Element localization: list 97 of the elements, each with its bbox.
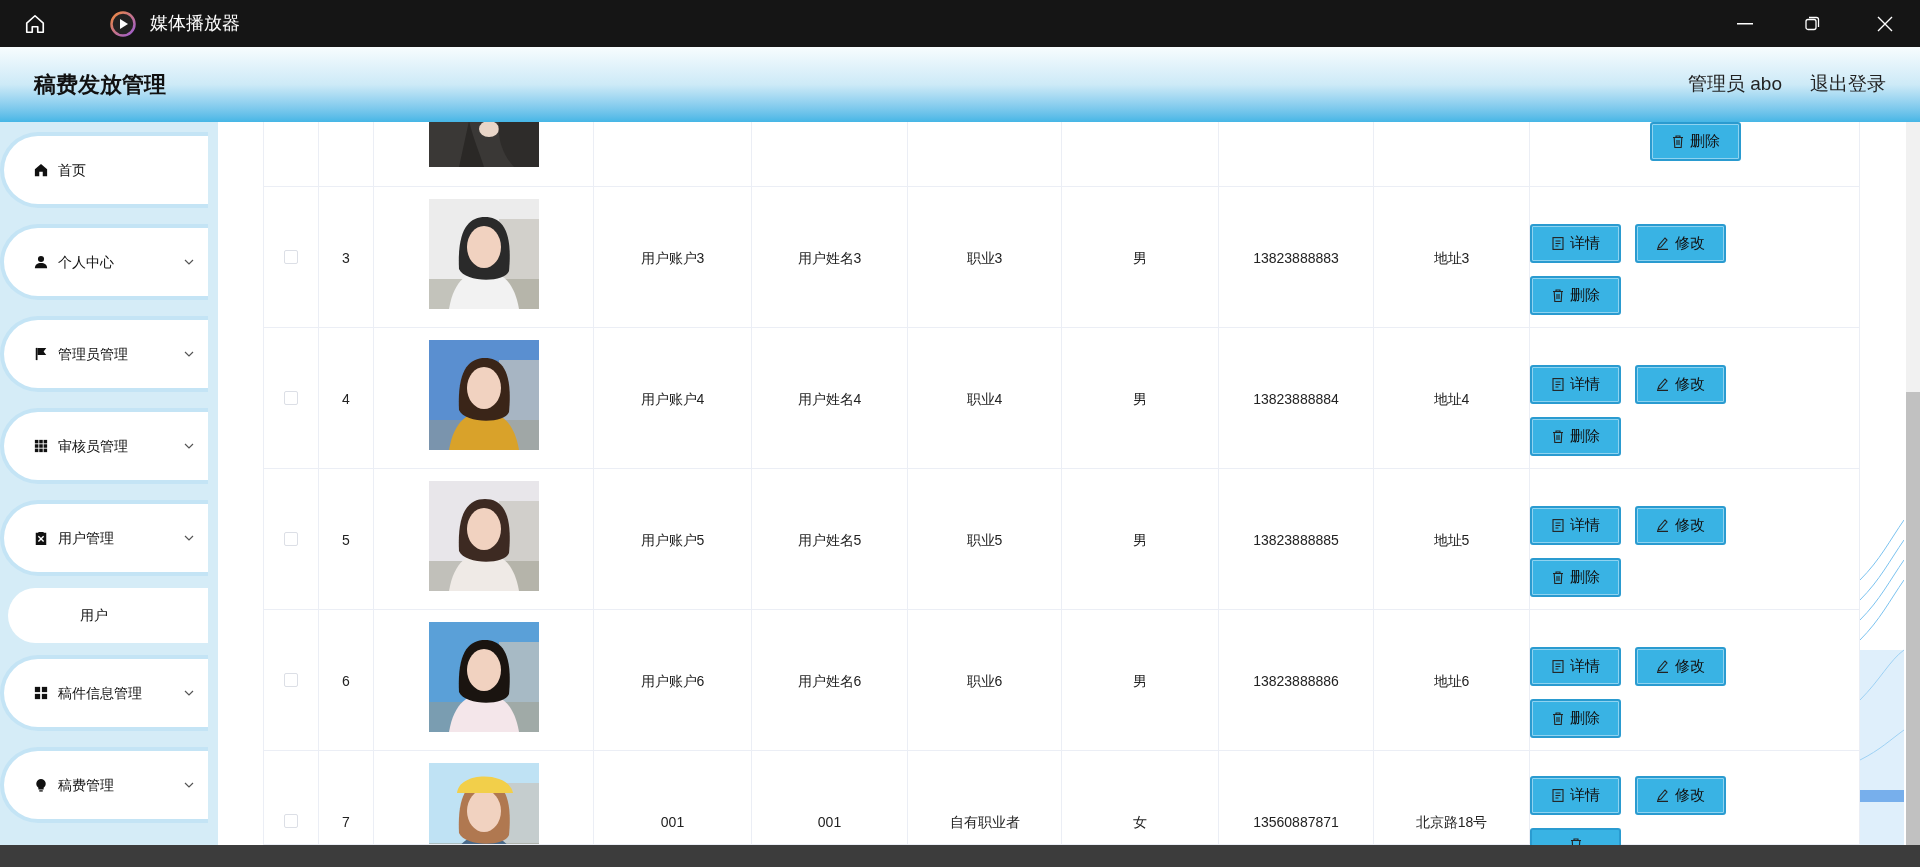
- trash-icon: [1551, 430, 1564, 443]
- grid-icon: [34, 686, 48, 700]
- submenu-item[interactable]: 用户: [8, 588, 208, 643]
- app-title: 稿费发放管理: [34, 71, 166, 99]
- table-cell-text: 用户姓名3: [797, 249, 862, 268]
- bulb-icon: [34, 778, 48, 792]
- home-icon[interactable]: [24, 12, 46, 35]
- pencil-icon: [1656, 378, 1669, 391]
- detail-button[interactable]: 详情: [1530, 647, 1621, 686]
- menu-item[interactable]: 首页: [0, 132, 208, 208]
- detail-button[interactable]: 详情: [1530, 775, 1621, 815]
- table-cell-text: 地址4: [1433, 390, 1470, 409]
- minimize-icon: [1737, 22, 1753, 25]
- table-cell-text: 职业6: [966, 672, 1003, 691]
- trash-icon: [1671, 135, 1684, 148]
- detail-button[interactable]: 详情: [1530, 224, 1621, 263]
- delete-button[interactable]: 删除: [1530, 417, 1621, 456]
- document-icon: [1551, 519, 1564, 532]
- row-checkbox[interactable]: [284, 814, 298, 828]
- edit-button[interactable]: 修改: [1635, 506, 1726, 545]
- edit-button[interactable]: 修改: [1635, 775, 1726, 815]
- delete-button[interactable]: 删除: [1650, 122, 1741, 161]
- restore-icon: [1805, 16, 1820, 31]
- table-cell-text: 女: [1133, 813, 1147, 832]
- pencil-icon: [1656, 519, 1669, 532]
- menu-item[interactable]: 管理员管理: [0, 316, 208, 392]
- table-cell-text: 地址6: [1433, 672, 1470, 691]
- table-cell-text: 用户姓名5: [797, 531, 862, 550]
- table-cell-text: 男: [1133, 249, 1147, 268]
- edit-button[interactable]: 修改: [1635, 365, 1726, 404]
- edit-button[interactable]: 修改: [1635, 647, 1726, 686]
- user-label: 管理员 abo: [1688, 72, 1782, 97]
- table-cell-text: 13823888884: [1253, 390, 1339, 409]
- table-cell-text: 用户姓名4: [797, 390, 862, 409]
- menu-item[interactable]: 审核员管理: [0, 408, 208, 484]
- play-icon: [110, 10, 136, 37]
- document-icon: [1551, 660, 1564, 673]
- table-cell-text: 7: [342, 813, 350, 832]
- clipboard-icon: [34, 531, 48, 545]
- menu-item[interactable]: 稿件信息管理: [0, 655, 208, 731]
- detail-button[interactable]: 详情: [1530, 506, 1621, 545]
- table-cell-text: 自有职业者: [949, 813, 1020, 832]
- pencil-icon: [1656, 660, 1669, 673]
- menu-item[interactable]: 用户管理: [0, 500, 208, 576]
- trash-icon: [1569, 837, 1582, 845]
- table-cell-text: 北京路18号: [1415, 813, 1488, 832]
- trash-icon: [1551, 712, 1564, 725]
- delete-button[interactable]: 删除: [1530, 699, 1621, 738]
- menu-item[interactable]: 稿费管理: [0, 747, 208, 823]
- table-cell-text: 职业3: [966, 249, 1003, 268]
- pencil-icon: [1656, 237, 1669, 250]
- grid-icon: [34, 439, 48, 453]
- edit-button[interactable]: 修改: [1635, 224, 1726, 263]
- table-cell-text: 职业5: [966, 531, 1003, 550]
- table-cell-text: 地址5: [1433, 531, 1470, 550]
- logout-link[interactable]: 退出登录: [1810, 70, 1886, 99]
- table-cell-text: 用户账户6: [640, 672, 705, 691]
- home-icon: [34, 163, 48, 177]
- trash-icon: [1551, 289, 1564, 302]
- table-cell-text: 3: [342, 249, 350, 268]
- table-cell-text: 13823888886: [1253, 672, 1339, 691]
- flag-icon: [34, 347, 48, 361]
- table-cell-text: 13560887871: [1253, 813, 1339, 832]
- close-icon: [1877, 15, 1893, 32]
- delete-button[interactable]: [1530, 827, 1621, 845]
- menu-item[interactable]: 个人中心: [0, 224, 208, 300]
- delete-button[interactable]: 删除: [1530, 276, 1621, 315]
- table-cell-text: 男: [1133, 672, 1147, 691]
- detail-button[interactable]: 详情: [1530, 365, 1621, 404]
- table-cell-text: 职业4: [966, 390, 1003, 409]
- row-checkbox[interactable]: [284, 673, 298, 687]
- table-cell-text: 001: [817, 813, 842, 832]
- table-cell-text: 用户账户3: [640, 249, 705, 268]
- table-cell-text: 4: [342, 390, 350, 409]
- delete-button[interactable]: 删除: [1530, 558, 1621, 597]
- document-icon: [1551, 378, 1564, 391]
- row-checkbox[interactable]: [284, 532, 298, 546]
- person-icon: [34, 255, 48, 269]
- table-cell-text: 用户账户4: [640, 390, 705, 409]
- table-cell-text: 001: [660, 813, 685, 832]
- window-title: 媒体播放器: [150, 12, 240, 35]
- row-checkbox[interactable]: [284, 250, 298, 264]
- document-icon: [1551, 237, 1564, 250]
- scrollbar[interactable]: [1906, 122, 1920, 845]
- trash-icon: [1551, 571, 1564, 584]
- table-cell-text: 6: [342, 672, 350, 691]
- table-cell-text: 男: [1133, 531, 1147, 550]
- table-cell-text: 男: [1133, 390, 1147, 409]
- table-cell-text: 用户账户5: [640, 531, 705, 550]
- table-cell-text: 用户姓名6: [797, 672, 862, 691]
- document-icon: [1551, 788, 1564, 802]
- table-cell-text: 13823888885: [1253, 531, 1339, 550]
- row-checkbox[interactable]: [284, 391, 298, 405]
- pencil-icon: [1656, 788, 1669, 802]
- table-cell-text: 13823888883: [1253, 249, 1339, 268]
- table-cell-text: 地址3: [1433, 249, 1470, 268]
- table-cell-text: 5: [342, 531, 350, 550]
